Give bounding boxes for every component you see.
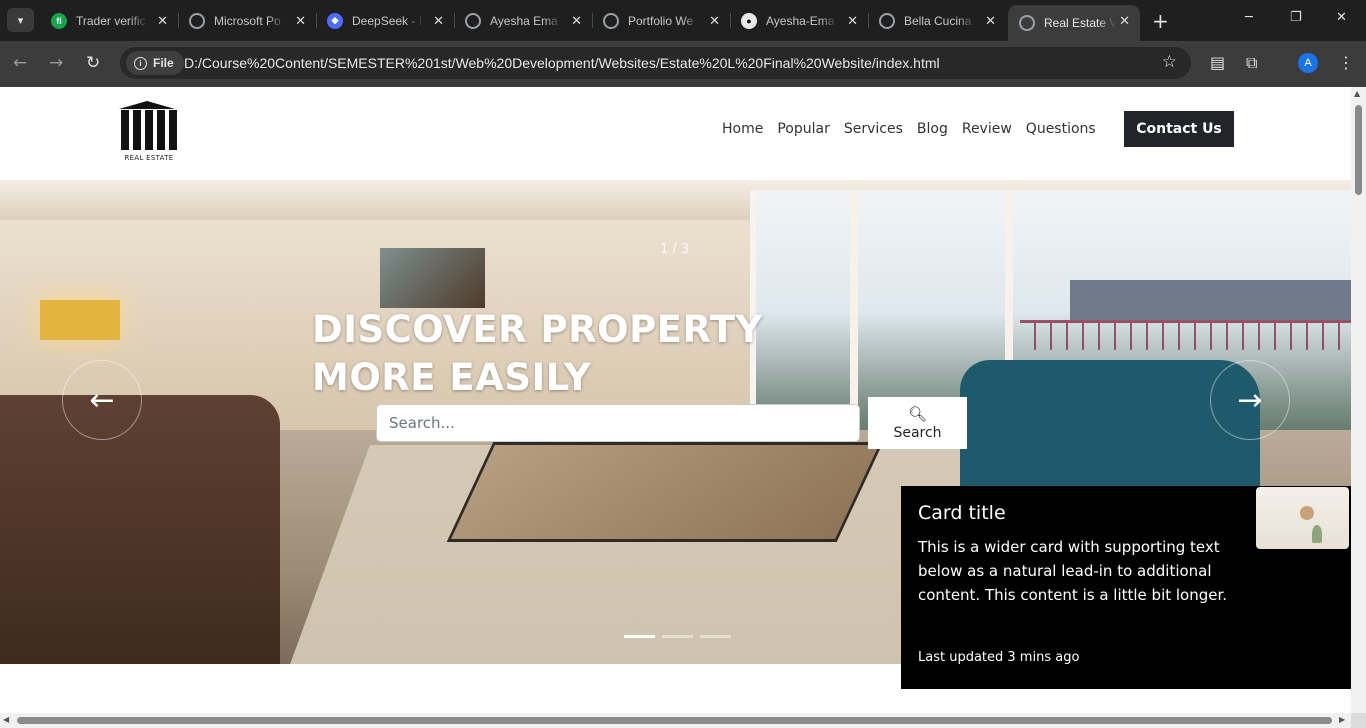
github-icon: ● (741, 12, 757, 29)
chevron-down-icon: ▾ (17, 13, 24, 27)
search-button[interactable]: 🔍︎ Search (868, 397, 967, 449)
carousel-prev-button[interactable]: ← (62, 360, 142, 440)
hero-heading-line2: MORE EASILY (312, 356, 592, 399)
hero-heading: DISCOVER PROPERTY MORE EASILY (312, 306, 763, 402)
card-title: Card title (918, 502, 1006, 524)
close-icon[interactable]: ✕ (1119, 13, 1130, 29)
tab-title: Ayesha Ema (490, 13, 558, 28)
nav-popular[interactable]: Popular (777, 121, 830, 137)
close-icon[interactable]: ✕ (985, 13, 996, 29)
tab-title: Bella Cucina (904, 13, 972, 28)
deepseek-icon: ◆ (327, 12, 343, 29)
scroll-right-icon[interactable]: ▶ (1339, 715, 1345, 724)
bookmark-star-icon[interactable]: ☆ (1162, 52, 1177, 72)
search-icon: 🔍︎ (907, 404, 928, 423)
nav-review[interactable]: Review (962, 121, 1012, 137)
close-icon[interactable]: ✕ (571, 13, 582, 29)
reload-icon[interactable]: ↻ (86, 53, 100, 73)
site-header: REAL ESTATE Home Popular Services Blog R… (0, 87, 1351, 180)
site-info-chip[interactable]: i File (126, 51, 184, 75)
nav-blog[interactable]: Blog (917, 121, 948, 137)
more-menu-icon[interactable]: ⋮ (1338, 53, 1354, 72)
tab-title: DeepSeek - I (352, 13, 423, 28)
close-icon[interactable]: ✕ (709, 13, 720, 29)
scroll-thumb[interactable] (17, 717, 1332, 724)
search-input[interactable]: Search... (376, 404, 860, 442)
globe-icon (603, 12, 619, 29)
nav-services[interactable]: Services (844, 121, 903, 137)
back-arrow-icon[interactable]: ← (13, 53, 27, 73)
card-text: This is a wider card with supporting tex… (918, 538, 1228, 604)
carousel-indicator[interactable] (624, 635, 655, 638)
tab-title: Ayesha-Ema (766, 13, 835, 28)
card-image (1256, 487, 1349, 549)
contact-us-button[interactable]: Contact Us (1124, 111, 1234, 147)
minimize-button[interactable]: ─ (1245, 10, 1253, 25)
plus-icon: + (1152, 9, 1169, 33)
close-icon[interactable]: ✕ (295, 13, 306, 29)
tab-title: Portfolio We (628, 13, 694, 28)
fi-favicon-icon: fi (51, 12, 67, 29)
slide-counter: 1 / 3 (660, 242, 690, 257)
logo-text: REAL ESTATE (124, 154, 174, 162)
main-nav: Home Popular Services Blog Review Questi… (722, 121, 1110, 137)
close-icon[interactable]: ✕ (847, 13, 858, 29)
plant-icon (1312, 525, 1322, 543)
tab-title: Trader verific (76, 13, 146, 28)
close-icon[interactable]: ✕ (157, 13, 168, 29)
new-tab-button[interactable]: + (1152, 9, 1169, 33)
scroll-left-icon[interactable]: ◀ (3, 715, 9, 724)
tab-title: Real Estate V (1044, 16, 1116, 30)
tab-title: Microsoft Po (214, 13, 281, 28)
tab-trader-verification[interactable]: fi Trader verific ✕ (40, 5, 179, 36)
scroll-thumb[interactable] (1355, 105, 1362, 195)
arrow-left-icon: ← (89, 382, 115, 418)
restore-button[interactable]: ❐ (1290, 10, 1302, 25)
nav-home[interactable]: Home (722, 121, 763, 137)
tab-portfolio[interactable]: Portfolio We ✕ (592, 5, 731, 36)
logo-roof-shape (119, 101, 175, 109)
security-chip-label: File (153, 56, 174, 70)
carousel-indicators (624, 635, 731, 638)
profile-avatar[interactable]: A (1298, 53, 1318, 73)
info-card: Card title This is a wider card with sup… (901, 486, 1351, 689)
tab-deepseek[interactable]: ◆ DeepSeek - I ✕ (316, 5, 455, 36)
url-text[interactable]: D:/Course%20Content/SEMESTER%201st/Web%2… (184, 55, 940, 71)
carousel-next-button[interactable]: → (1210, 360, 1290, 440)
logo-columns (121, 110, 179, 150)
clock-icon (1300, 506, 1314, 520)
tab-github[interactable]: ● Ayesha-Ema ✕ (730, 5, 869, 36)
nav-questions[interactable]: Questions (1026, 121, 1096, 137)
scroll-up-icon[interactable]: ▲ (1354, 89, 1360, 98)
browser-toolbar: ← → ↻ i File D:/Course%20Content/SEMESTE… (0, 41, 1366, 87)
page-viewport: REAL ESTATE Home Popular Services Blog R… (0, 87, 1351, 713)
hero-heading-line1: DISCOVER PROPERTY (312, 308, 763, 351)
close-window-button[interactable]: ✕ (1336, 10, 1347, 25)
globe-icon (189, 12, 205, 29)
address-bar[interactable]: i File D:/Course%20Content/SEMESTER%201s… (120, 47, 1191, 79)
tab-ayesha[interactable]: Ayesha Ema ✕ (454, 5, 593, 36)
vertical-scrollbar[interactable]: ▲ (1351, 87, 1366, 713)
globe-icon (879, 12, 895, 29)
close-icon[interactable]: ✕ (433, 13, 444, 29)
performance-icon[interactable]: ▤ (1210, 53, 1225, 72)
carousel-indicator[interactable] (700, 635, 731, 638)
horizontal-scrollbar[interactable]: ◀ ▶ (0, 713, 1351, 728)
tab-search-button[interactable]: ▾ (7, 8, 34, 32)
tab-real-estate[interactable]: Real Estate V ✕ (1008, 5, 1140, 41)
tab-bella-cucina[interactable]: Bella Cucina ✕ (868, 5, 1006, 36)
globe-icon (1019, 15, 1035, 31)
forward-arrow-icon[interactable]: → (49, 53, 63, 73)
globe-icon (465, 12, 481, 29)
tab-strip: ▾ fi Trader verific ✕ Microsoft Po ✕ ◆ D… (0, 0, 1366, 41)
tab-microsoft[interactable]: Microsoft Po ✕ (178, 5, 317, 36)
info-icon: i (134, 56, 147, 70)
carousel-indicator[interactable] (662, 635, 693, 638)
extensions-icon[interactable]: ⧉ (1246, 53, 1257, 73)
site-logo[interactable]: REAL ESTATE (119, 101, 179, 167)
search-button-label: Search (893, 424, 942, 441)
card-footer: Last updated 3 mins ago (918, 650, 1080, 665)
arrow-right-icon: → (1237, 382, 1263, 418)
